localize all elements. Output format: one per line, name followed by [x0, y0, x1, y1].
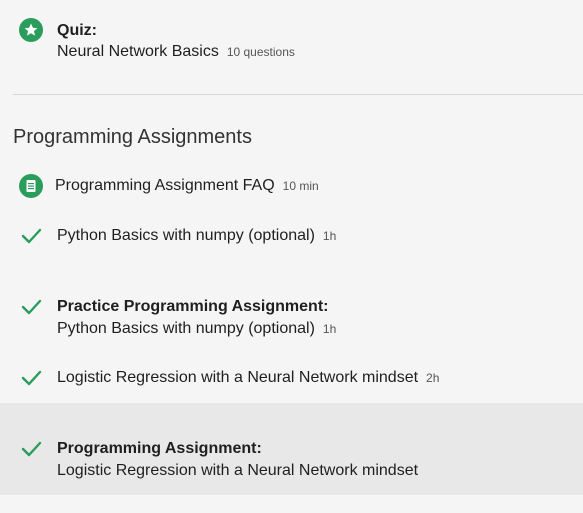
divider [13, 94, 583, 95]
section-title: Programming Assignments [13, 126, 252, 148]
list-item-practice-assignment[interactable]: Practice Programming Assignment: Python … [0, 295, 583, 343]
list-item-line: Python Basics with numpy (optional) 1h [57, 318, 336, 340]
list-item-programming-assignment[interactable]: Programming Assignment: Logistic Regress… [0, 403, 583, 495]
list-item-meta: 2h [426, 371, 440, 385]
quiz-meta: 10 questions [226, 45, 295, 59]
list-item-title[interactable]: Programming Assignment FAQ [55, 177, 275, 194]
list-item-line: Programming Assignment FAQ 10 min [55, 175, 319, 197]
list-item-title[interactable]: Logistic Regression with a Neural Networ… [57, 369, 418, 386]
list-item-heading: Programming Assignment: [57, 440, 262, 457]
quiz-heading: Quiz: [57, 22, 97, 39]
quiz-title-line: Neural Network Basics 10 questions [57, 41, 295, 63]
list-item-line: Logistic Regression with a Neural Networ… [57, 367, 439, 389]
checkmark-icon [19, 295, 43, 319]
list-item-meta: 1h [322, 229, 337, 243]
checkmark-icon [19, 224, 43, 248]
list-item-title[interactable]: Python Basics with numpy (optional) [57, 227, 315, 244]
star-icon [19, 18, 43, 42]
quiz-title[interactable]: Neural Network Basics [57, 43, 219, 60]
list-item-logistic-regression[interactable]: Logistic Regression with a Neural Networ… [0, 366, 583, 394]
quiz-item[interactable]: Quiz: Neural Network Basics 10 questions [0, 16, 583, 64]
reading-icon [19, 174, 43, 198]
list-item-title[interactable]: Python Basics with numpy (optional) [57, 320, 315, 337]
checkmark-icon [19, 437, 43, 461]
checkmark-icon [19, 366, 43, 390]
list-item-meta: 10 min [282, 179, 319, 193]
list-item-line: Python Basics with numpy (optional) 1h [57, 225, 336, 247]
list-item-title[interactable]: Logistic Regression with a Neural Networ… [57, 460, 418, 482]
list-item-meta: 1h [322, 322, 337, 336]
list-item-python-basics[interactable]: Python Basics with numpy (optional) 1h [0, 224, 583, 252]
list-item-heading: Practice Programming Assignment: [57, 298, 329, 315]
list-item-faq[interactable]: Programming Assignment FAQ 10 min [0, 172, 583, 200]
